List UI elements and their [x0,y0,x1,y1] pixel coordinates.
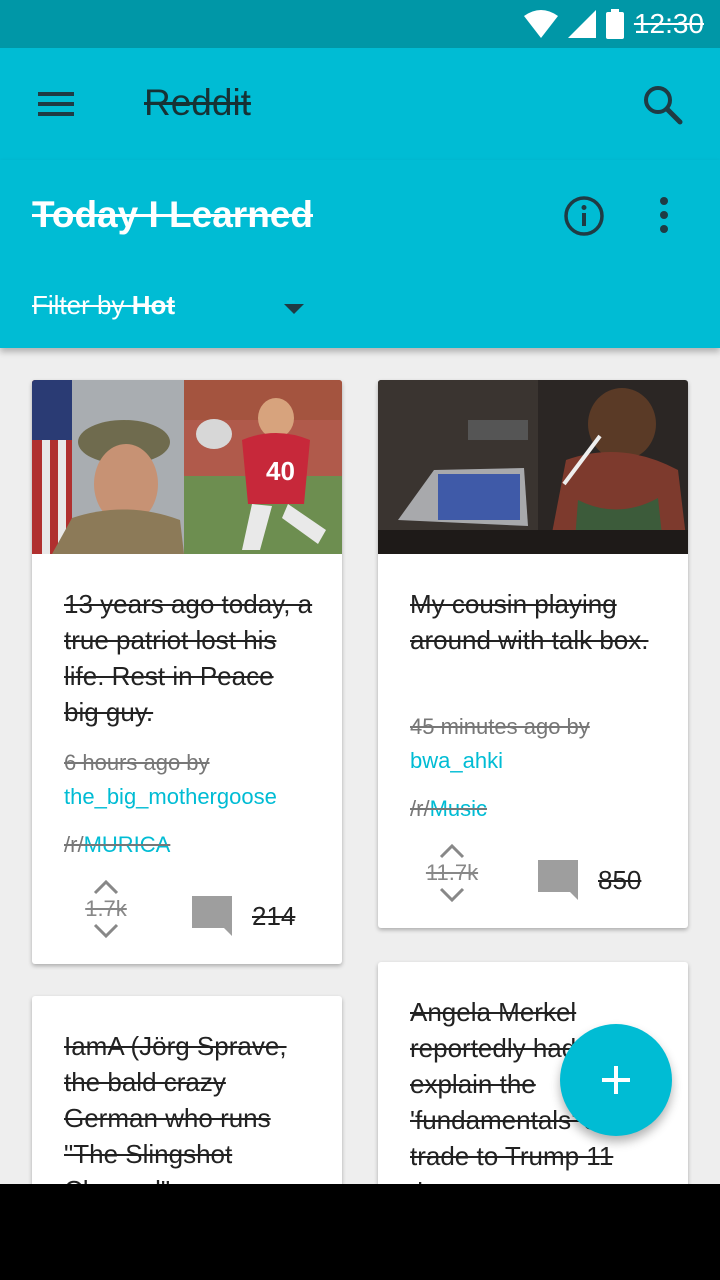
post-card[interactable]: IamA (Jörg Sprave, the bald crazy German… [32,996,342,1184]
post-card[interactable]: My cousin playing around with talk box. … [378,380,688,928]
subreddit-link[interactable]: Music [430,796,487,821]
subreddit-link[interactable]: MURICA [84,832,171,857]
comments-button[interactable]: 850 [538,860,641,900]
filter-prefix: Filter by [32,290,125,320]
comment-icon [192,896,232,936]
app-title: Reddit [144,82,251,123]
post-card[interactable]: 40 13 years ago today, a true patriot lo… [32,380,342,964]
subreddit-title: Today I Learned [32,194,313,235]
post-title[interactable]: My cousin playing around with talk box. [410,586,660,658]
post-subreddit: /r/MURICA [64,832,170,858]
battery-icon [605,9,624,39]
filter-selector[interactable]: Filter by Hot [32,290,175,321]
post-title[interactable]: 13 years ago today, a true patriot lost … [64,586,314,730]
vote-score: 11.7k [425,860,479,885]
subreddit-header: Today I Learned Filter by Hot [0,160,720,348]
post-thumbnail[interactable] [378,380,688,554]
post-author-link[interactable]: bwa_ahki [410,748,503,774]
app-bar: Reddit [0,48,720,160]
more-vertical-icon[interactable] [644,194,684,238]
post-subreddit: /r/Music [410,796,487,822]
post-author-link[interactable]: the_big_mothergoose [64,784,277,810]
comment-icon [538,860,578,900]
comment-count: 214 [252,900,296,931]
post-title[interactable]: IamA (Jörg Sprave, the bald crazy German… [64,1028,314,1184]
vote-score: 1.7k [85,896,127,921]
downvote-icon[interactable] [438,886,466,904]
svg-text:40: 40 [266,456,295,486]
clock: 12:30 [633,8,704,39]
upvote-icon[interactable] [92,878,120,896]
wifi-icon [523,10,558,38]
signal-icon [567,10,596,38]
dropdown-arrow-icon[interactable] [280,300,308,316]
system-nav-bar [0,1184,720,1280]
subreddit-prefix: /r/ [64,832,84,857]
vote-control: 1.7k [66,878,146,940]
status-bar: 12:30 [0,0,720,48]
post-time: 45 minutes ago by [410,714,590,739]
subreddit-prefix: /r/ [410,796,430,821]
search-icon[interactable] [640,82,686,128]
plus-icon [602,1066,630,1094]
post-thumbnail[interactable]: 40 [32,380,342,554]
post-time: 6 hours ago by [64,750,210,775]
upvote-icon[interactable] [438,842,466,860]
hamburger-menu-icon[interactable] [36,86,76,122]
new-post-fab[interactable] [560,1024,672,1136]
filter-value: Hot [131,290,176,320]
comments-button[interactable]: 214 [192,896,295,936]
downvote-icon[interactable] [92,922,120,940]
comment-count: 850 [598,864,642,895]
vote-control: 11.7k [412,842,492,904]
info-icon[interactable] [562,194,606,238]
